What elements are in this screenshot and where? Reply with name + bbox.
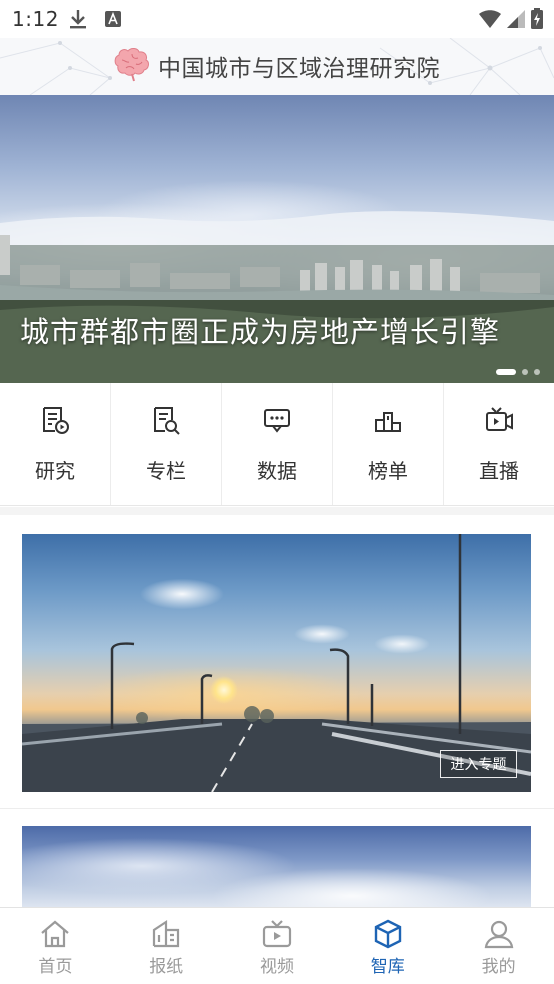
banner-pagination	[496, 369, 540, 375]
live-video-icon	[486, 407, 513, 431]
status-bar: 1:12	[0, 0, 554, 38]
quick-nav-label: 直播	[479, 459, 519, 483]
card-separator	[0, 808, 554, 809]
pagination-dot-active[interactable]	[496, 369, 516, 375]
quick-nav-label: 数据	[257, 459, 297, 483]
tab-video[interactable]: 视频	[222, 908, 333, 984]
quick-nav-ranking[interactable]: 榜单	[333, 383, 444, 505]
bottom-tab-bar: 首页 报纸 视频 智库 我的	[0, 907, 554, 984]
cube-icon	[374, 919, 401, 949]
wifi-icon	[478, 9, 502, 33]
tab-label: 报纸	[149, 957, 184, 977]
a-notification-icon	[104, 10, 122, 32]
quick-nav-label: 研究	[35, 459, 75, 483]
battery-charging-icon	[530, 8, 544, 34]
podium-icon	[375, 412, 401, 432]
document-search-icon	[154, 407, 180, 435]
tab-label: 我的	[481, 957, 516, 977]
status-right-icons	[478, 8, 544, 34]
signal-icon	[506, 9, 526, 33]
brand-logo: 中国城市与区域治理研究院	[112, 46, 440, 86]
newspaper-icon	[153, 919, 180, 948]
enter-topic-button[interactable]: 进入专题	[440, 750, 517, 778]
download-icon	[68, 8, 88, 34]
quick-nav-column[interactable]: 专栏	[111, 383, 222, 505]
document-play-icon	[43, 407, 69, 434]
status-time: 1:12	[12, 7, 59, 31]
quick-nav-label: 专栏	[146, 459, 186, 483]
home-icon	[41, 920, 70, 948]
quick-nav-data[interactable]: 数据	[222, 383, 333, 505]
pagination-dot[interactable]	[522, 369, 528, 375]
tab-home[interactable]: 首页	[0, 908, 111, 984]
tab-profile[interactable]: 我的	[443, 908, 554, 984]
tab-think-tank[interactable]: 智库	[332, 908, 443, 984]
tab-label: 智库	[370, 957, 405, 977]
tab-newspaper[interactable]: 报纸	[111, 908, 222, 984]
chat-bubble-icon	[264, 409, 290, 433]
section-divider	[0, 507, 554, 515]
feature-topic-card[interactable]: 进入专题	[22, 534, 531, 792]
quick-nav-live[interactable]: 直播	[444, 383, 554, 505]
banner-title: 城市群都市圈正成为房地产增长引擎	[20, 315, 501, 349]
quick-nav-label: 榜单	[368, 459, 408, 483]
hero-banner[interactable]: 城市群都市圈正成为房地产增长引擎	[0, 95, 554, 383]
feature-topic-card-2[interactable]	[22, 826, 531, 908]
app-header: 中国城市与区域治理研究院	[0, 38, 554, 95]
pagination-dot[interactable]	[534, 369, 540, 375]
quick-nav: 研究 专栏 数据 榜单 直播	[0, 383, 554, 506]
tab-label: 首页	[38, 957, 73, 977]
tab-label: 视频	[259, 957, 294, 977]
brand-name: 中国城市与区域治理研究院	[158, 56, 440, 82]
brain-logo-icon	[112, 46, 152, 86]
user-icon	[484, 920, 513, 949]
quick-nav-research[interactable]: 研究	[0, 383, 111, 505]
tv-icon	[262, 920, 292, 948]
